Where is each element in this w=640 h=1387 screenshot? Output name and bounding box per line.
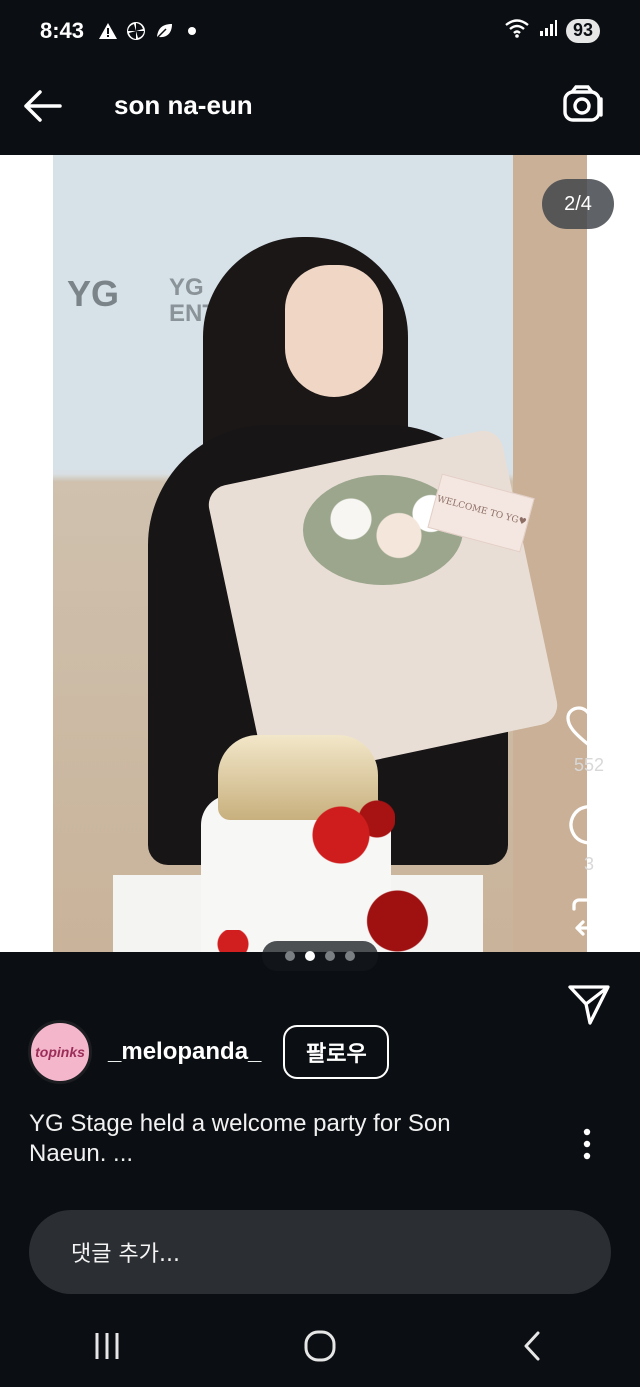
comment-input[interactable]: 댓글 추가... (29, 1210, 611, 1294)
back-icon[interactable] (493, 1316, 573, 1376)
rose (213, 930, 253, 952)
recent-apps-icon[interactable] (67, 1316, 147, 1376)
status-time: 8:43 (40, 18, 85, 43)
page-title: son na-eun (114, 90, 253, 120)
send-icon[interactable] (566, 981, 612, 1027)
comment-count: 3 (583, 854, 594, 874)
system-nav-bar (0, 1304, 640, 1387)
post-header: son na-eun (0, 60, 640, 154)
carousel-dot-active (305, 951, 315, 961)
post-photo: YG YG ENTERT WELCOME TO YG♥ (53, 155, 587, 952)
side-actions: 552 3 (560, 705, 618, 1027)
signal-icon (538, 18, 558, 43)
share-action[interactable] (566, 981, 612, 1027)
like-action[interactable]: 552 (565, 705, 613, 776)
username[interactable]: _melopanda_ (108, 1038, 261, 1066)
avatar[interactable]: topinks (28, 1020, 92, 1084)
comment-placeholder: 댓글 추가... (71, 1242, 180, 1267)
post-caption[interactable]: YG Stage held a welcome party for Son Na… (29, 1109, 529, 1169)
leaf-icon (154, 21, 174, 41)
dot-icon (182, 21, 202, 41)
carousel-dot (325, 951, 335, 961)
rose (305, 795, 395, 875)
carousel-dot (285, 951, 295, 961)
follow-button[interactable]: 팔로우 (283, 1025, 390, 1079)
carousel-dot (345, 951, 355, 961)
repost-action[interactable] (566, 891, 612, 937)
carousel-indicator (262, 941, 378, 971)
alert-icon (98, 21, 118, 41)
status-bar: 8:43 93 (0, 0, 640, 60)
battery-icon: 93 (565, 18, 600, 43)
yg-logo: YG (67, 273, 120, 314)
post-media[interactable]: YG YG ENTERT WELCOME TO YG♥ (0, 155, 640, 952)
pinwheel-icon (126, 21, 146, 41)
heart-icon[interactable] (565, 705, 613, 749)
like-count: 552 (573, 755, 605, 775)
image-counter: 2/4 (542, 179, 614, 229)
more-options-icon[interactable] (572, 1124, 602, 1164)
avatar-text: topinks (35, 1044, 85, 1060)
author-row: topinks _melopanda_ 팔로우 (28, 1020, 548, 1084)
repost-icon[interactable] (566, 891, 612, 937)
comment-action[interactable]: 3 (566, 802, 612, 875)
status-right: 93 (504, 18, 600, 43)
camera-icon[interactable] (560, 82, 606, 128)
person-face (285, 265, 383, 397)
status-icons (98, 21, 202, 41)
back-arrow-icon[interactable] (20, 84, 64, 128)
home-icon[interactable] (280, 1316, 360, 1376)
comment-icon[interactable] (566, 802, 612, 848)
rose (365, 890, 430, 952)
wifi-icon (504, 18, 530, 43)
